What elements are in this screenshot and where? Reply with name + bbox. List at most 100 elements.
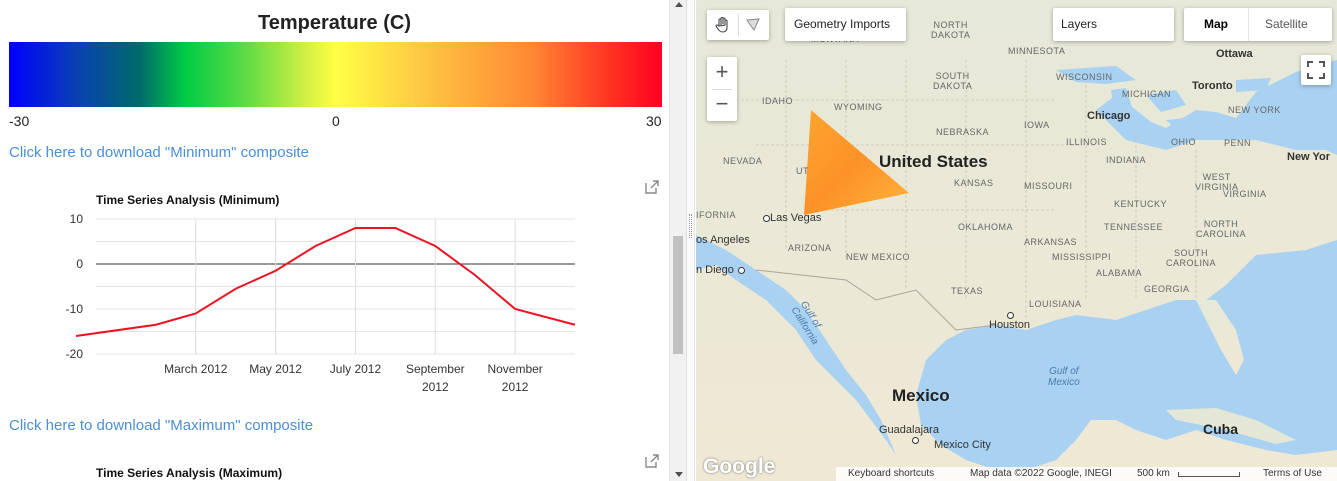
app-root: Temperature (C) -30 0 30 Click here to d…: [0, 0, 1337, 481]
popout-icon[interactable]: [645, 180, 659, 194]
console-scrollbar[interactable]: [669, 0, 686, 481]
zoom-out-button[interactable]: −: [707, 89, 737, 121]
map-label-country: Cuba: [1203, 421, 1238, 437]
map-label: ALABAMA: [1096, 268, 1143, 278]
map-label: ILLINOIS: [1066, 137, 1108, 147]
map-attribution-bar: Keyboard shortcuts Map data ©2022 Google…: [836, 467, 1337, 481]
y-tick-label: -20: [66, 347, 84, 361]
legend-max-label: 30: [646, 113, 662, 129]
download-maximum-link[interactable]: Click here to download "Maximum" composi…: [9, 417, 313, 434]
chart-title-maximum: Time Series Analysis (Maximum): [96, 466, 283, 480]
scale-bar: [1178, 472, 1240, 477]
map-label: WYOMING: [834, 102, 883, 112]
map-label: INDIANA: [1106, 155, 1147, 165]
map-label-city: n Diego: [696, 264, 734, 276]
map-label: OHIO: [1171, 137, 1197, 147]
map-label: NORTH DAKOTA: [931, 20, 971, 40]
map-label-city: New Yor: [1287, 151, 1330, 163]
map-label: IFORNIA: [696, 210, 737, 220]
fullscreen-icon: [1307, 61, 1325, 79]
map-label: NEW MEXICO: [846, 252, 911, 262]
map-label: NORTH CAROLINA: [1196, 219, 1247, 239]
map-label: MINNESOTA: [1008, 46, 1066, 56]
legend-min-label: -30: [9, 113, 30, 129]
map-label: NEW YORK: [1228, 105, 1281, 115]
drawing-tools: [707, 10, 769, 40]
map-label: ARKANSAS: [1024, 237, 1078, 247]
zoom-control: + −: [707, 57, 737, 121]
scroll-down-arrow-icon[interactable]: [675, 472, 683, 477]
map-label: MISSOURI: [1024, 181, 1073, 191]
y-tick-label: 0: [76, 257, 83, 271]
layers-button[interactable]: Layers: [1053, 8, 1174, 41]
map-label: MISSISSIPPI: [1052, 252, 1112, 262]
scale-label: 500 km: [1137, 468, 1170, 479]
splitter-grip-icon[interactable]: [689, 214, 692, 238]
map-label-country: United States: [879, 152, 988, 171]
x-tick-label: July 2012: [330, 362, 382, 376]
map-type-toggle: Map Satellite: [1184, 8, 1332, 41]
satellite-tab[interactable]: Satellite: [1249, 8, 1332, 41]
city-marker-icon: [1007, 312, 1014, 319]
fullscreen-button[interactable]: [1301, 55, 1331, 85]
map-view[interactable]: NORTH DAKOTA MONTANA MINNESOTA SOUTH DAK…: [696, 0, 1337, 481]
map-label: WISCONSIN: [1056, 72, 1113, 82]
x-tick-label: September: [406, 362, 465, 376]
legend-title: Temperature (C): [258, 12, 411, 34]
pan-hand-icon[interactable]: [714, 16, 732, 34]
map-label: UT: [796, 166, 809, 176]
x-tick-label: 2012: [502, 380, 529, 394]
city-marker-icon: [763, 215, 770, 222]
map-label-city: os Angeles: [696, 234, 750, 246]
console-panel: Temperature (C) -30 0 30 Click here to d…: [0, 0, 669, 481]
scroll-up-arrow-icon[interactable]: [675, 2, 683, 7]
map-label: IDAHO: [762, 96, 794, 106]
zoom-in-button[interactable]: +: [707, 57, 737, 89]
terms-link[interactable]: Terms of Use: [1263, 468, 1322, 479]
geometry-imports-button[interactable]: Geometry Imports: [785, 8, 906, 41]
y-tick-label: -10: [66, 302, 84, 316]
map-tab[interactable]: Map: [1184, 8, 1248, 41]
map-label-city: Guadalajara: [879, 424, 939, 436]
map-label-city: Las Vegas: [770, 212, 822, 224]
x-tick-label: March 2012: [164, 362, 228, 376]
map-label-country: Mexico: [892, 386, 950, 405]
map-label: PENN: [1224, 138, 1252, 148]
map-label: VIRGINIA: [1223, 189, 1267, 199]
map-label: GEORGIA: [1144, 284, 1190, 294]
map-label-city: Houston: [989, 319, 1030, 331]
chart-grid: [96, 218, 575, 355]
time-series-chart-minimum: 10 0 -10 -20 March 2012 May 2012 July 2012 Sep…: [66, 212, 576, 394]
map-label: NEBRASKA: [936, 127, 990, 137]
city-marker-icon: [912, 437, 919, 444]
panel-splitter[interactable]: [686, 0, 695, 481]
x-tick-label: 2012: [422, 380, 449, 394]
scroll-thumb[interactable]: [673, 236, 683, 354]
map-data-attribution: Map data ©2022 Google, INEGI: [970, 468, 1112, 479]
map-label-city: Mexico City: [934, 439, 991, 451]
map-label: NEVADA: [723, 156, 763, 166]
map-label: SOUTH CAROLINA: [1166, 248, 1217, 268]
draw-shape-icon[interactable]: [745, 17, 761, 33]
google-logo[interactable]: Google: [703, 455, 775, 479]
city-marker-icon: [738, 267, 745, 274]
map-label: SOUTH DAKOTA: [933, 71, 973, 91]
x-tick-label: November: [487, 362, 542, 376]
temperature-color-ramp: [9, 42, 662, 107]
map-label: TEXAS: [951, 286, 984, 296]
series-line: [75, 227, 576, 337]
map-label: LOUISIANA: [1029, 299, 1082, 309]
map-label: TENNESSEE: [1104, 222, 1164, 232]
map-label-city: Chicago: [1087, 110, 1131, 122]
map-label: ARIZONA: [788, 243, 832, 253]
toolbar-divider: [738, 14, 739, 36]
map-label: OKLAHOMA: [958, 222, 1014, 232]
chart-y-ticks: 10 0 -10 -20: [66, 212, 84, 361]
download-minimum-link[interactable]: Click here to download "Minimum" composi…: [9, 144, 309, 161]
x-tick-label: May 2012: [249, 362, 302, 376]
chart-series: [75, 227, 576, 337]
map-label: MICHIGAN: [1122, 89, 1171, 99]
legend-mid-label: 0: [332, 113, 340, 129]
keyboard-shortcuts-link[interactable]: Keyboard shortcuts: [848, 468, 934, 479]
popout-icon[interactable]: [645, 454, 659, 468]
